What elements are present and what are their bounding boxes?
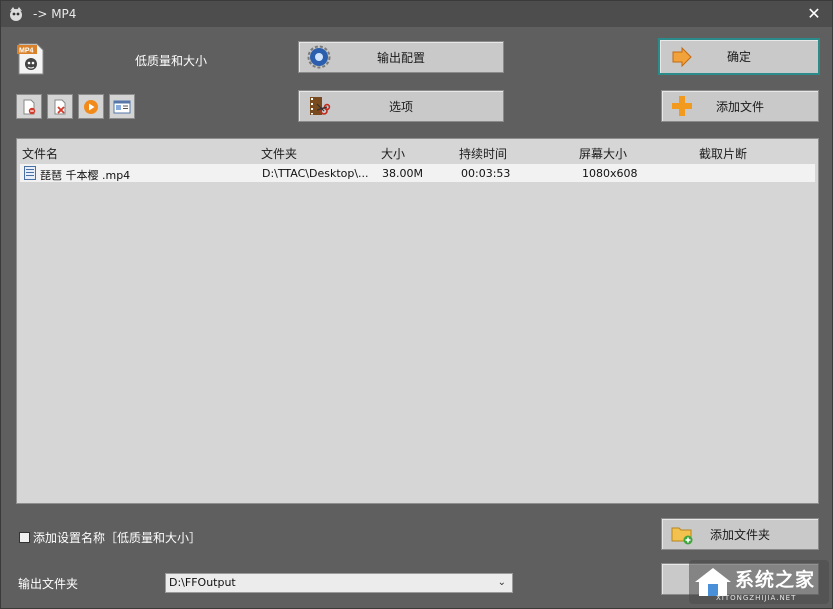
film-scissors-icon: [310, 97, 331, 115]
add-folder-button[interactable]: 添加文件夹: [661, 518, 819, 550]
column-header-screen-size[interactable]: 屏幕大小: [579, 145, 627, 162]
svg-text:MP4: MP4: [19, 48, 34, 55]
title-bar: -> MP4 ✕: [1, 1, 832, 27]
output-config-label: 输出配置: [376, 50, 425, 65]
cell-filename: 琵琶 千本樱 .mp4: [40, 169, 131, 182]
output-folder-label: 输出文件夹: [18, 577, 79, 591]
column-header-filename[interactable]: 文件名: [22, 145, 58, 162]
cell-size: 38.00M: [382, 167, 423, 180]
plus-icon: [672, 96, 692, 116]
remove-file-icon: [23, 99, 36, 114]
close-button[interactable]: ✕: [800, 2, 828, 26]
add-file-button[interactable]: 添加文件: [661, 90, 819, 122]
config-gear-icon: [307, 45, 331, 69]
add-setting-name-label: 添加设置名称［低质量和大小］: [33, 531, 202, 545]
cell-folder: D:\TTAC\Desktop\...: [262, 167, 369, 180]
media-info-button[interactable]: [109, 94, 135, 119]
output-folder-value: D:\FFOutput: [169, 576, 236, 589]
remove-file-button[interactable]: [16, 94, 42, 119]
add-setting-name-checkbox[interactable]: [19, 532, 30, 543]
mp4-profile-icon: MP4: [17, 43, 44, 75]
output-config-button[interactable]: 输出配置: [298, 41, 504, 73]
file-list[interactable]: 文件名 文件夹 大小 持续时间 屏幕大小 截取片断 琵琶 千本樱 .mp4 D:…: [16, 138, 819, 504]
options-label: 选项: [388, 99, 413, 114]
table-row[interactable]: 琵琶 千本樱 .mp4 D:\TTAC\Desktop\... 38.00M 0…: [20, 164, 815, 182]
clear-list-button[interactable]: [47, 94, 73, 119]
add-file-label: 添加文件: [715, 99, 764, 114]
list-header: 文件名 文件夹 大小 持续时间 屏幕大小 截取片断: [17, 139, 818, 163]
close-icon: ✕: [807, 4, 821, 23]
converter-window: -> MP4 ✕ MP4 低质量和大小 输出配置 选项 确定 添加文件 文件名 …: [0, 0, 833, 609]
folder-add-icon: [671, 527, 693, 545]
column-header-size[interactable]: 大小: [381, 145, 405, 162]
ok-button[interactable]: 确定: [658, 38, 820, 75]
options-button[interactable]: 选项: [298, 90, 504, 122]
cell-duration: 00:03:53: [461, 167, 511, 180]
play-icon: [84, 99, 98, 114]
app-icon: [10, 7, 22, 21]
output-folder-select[interactable]: D:\FFOutput ⌄: [165, 573, 513, 593]
column-header-duration[interactable]: 持续时间: [459, 145, 507, 162]
column-header-clip[interactable]: 截取片断: [699, 145, 747, 162]
chevron-down-icon: ⌄: [497, 577, 506, 588]
column-header-folder[interactable]: 文件夹: [261, 145, 297, 162]
play-button[interactable]: [78, 94, 104, 119]
add-setting-name-option[interactable]: 添加设置名称［低质量和大小］: [19, 529, 201, 546]
cell-screen-size: 1080x608: [582, 167, 638, 180]
profile-label: 低质量和大小: [135, 54, 208, 68]
watermark-text: 系统之家: [735, 569, 816, 591]
add-folder-label: 添加文件夹: [709, 527, 770, 542]
clear-list-icon: [54, 99, 66, 114]
arrow-right-icon: [672, 46, 692, 67]
watermark-subtext: XITONGZHIJIA.NET: [716, 594, 797, 602]
video-file-icon: [24, 166, 36, 180]
media-info-icon: [113, 100, 131, 113]
ok-label: 确定: [726, 50, 751, 64]
window-title: -> MP4: [33, 7, 77, 21]
